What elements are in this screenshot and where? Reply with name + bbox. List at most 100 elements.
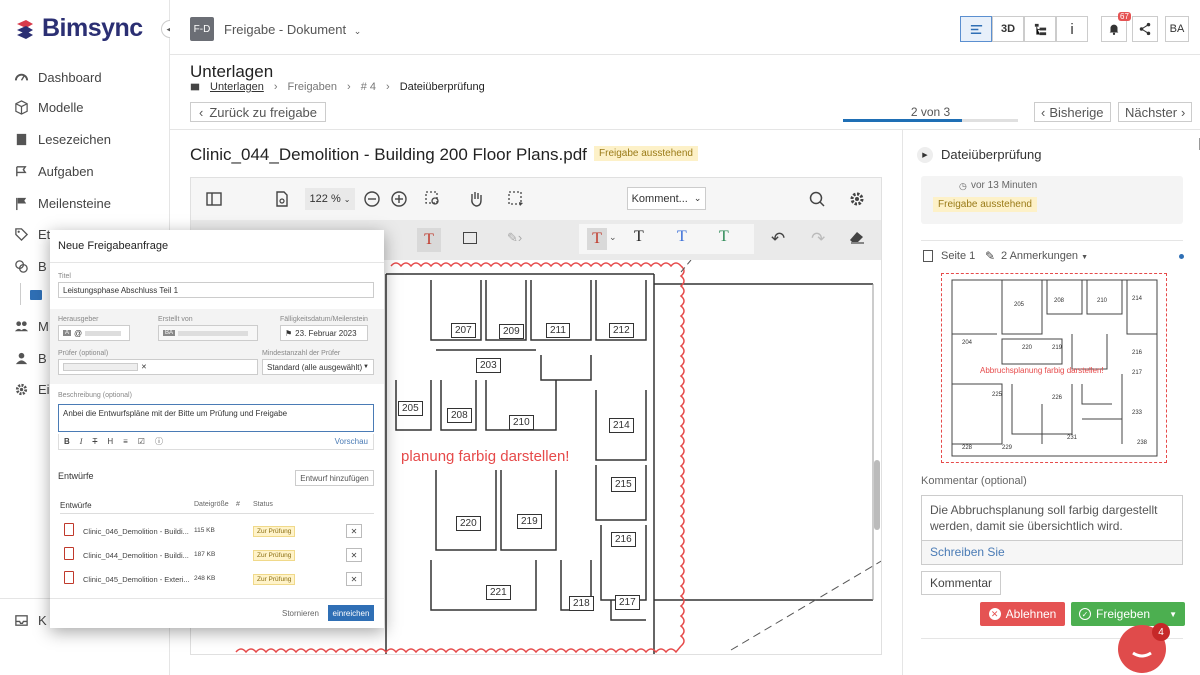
publisher-value: @	[74, 328, 83, 338]
sidebar-item-k[interactable]: K	[14, 613, 47, 628]
publisher-select[interactable]: A @	[58, 325, 130, 341]
back-to-approval-button[interactable]: ‹ Zurück zu freigabe	[190, 102, 327, 122]
top-bar: F-D Freigabe - Dokument ⌄ 3D i 67 BA	[170, 0, 1200, 55]
selection-tool-button[interactable]	[507, 190, 525, 211]
remove-draft-button[interactable]: ✕	[346, 572, 362, 586]
sidebar-item-label: Lesezeichen	[38, 132, 111, 147]
sidebar-item-etiketten[interactable]: Et	[14, 227, 50, 242]
reviewer-input[interactable]: ✕	[58, 359, 258, 375]
table-row[interactable]: Clinic_046_Demolition - Buildi... 115 KB…	[60, 521, 374, 543]
text-color-red-button[interactable]: T	[587, 228, 607, 250]
user-avatar[interactable]: BA	[1165, 16, 1189, 42]
cancel-button[interactable]: Stornieren	[282, 609, 319, 618]
breadcrumb-link-freigaben[interactable]: Freigaben	[288, 81, 338, 93]
due-date-picker[interactable]: ⚑ 23. Februar 2023	[280, 325, 368, 341]
add-draft-button[interactable]: Entwurf hinzufügen	[295, 470, 374, 486]
document-title-dropdown[interactable]: Freigabe - Dokument ⌄	[224, 22, 361, 37]
reviewer-chip[interactable]	[63, 363, 138, 371]
zoom-in-button[interactable]	[390, 190, 408, 211]
italic-icon[interactable]: I	[80, 437, 83, 446]
panel-icon	[206, 192, 222, 206]
info-button[interactable]: i	[1056, 16, 1088, 42]
share-button[interactable]	[1132, 16, 1158, 42]
text-color-black-button[interactable]: T	[634, 228, 644, 246]
plan-annotation-text[interactable]: planung farbig darstellen!	[401, 448, 569, 465]
sidebar-item-meilensteine[interactable]: Meilensteine	[14, 196, 111, 211]
bimsync-logo-icon	[17, 19, 33, 39]
room-label: 210	[509, 415, 534, 430]
search-button[interactable]	[808, 190, 826, 211]
sidebar-item-aufgaben[interactable]: Aufgaben	[14, 164, 94, 179]
previous-button[interactable]: ‹ Bisherige	[1034, 102, 1111, 122]
breadcrumb-link-number[interactable]: # 4	[361, 81, 376, 93]
eraser-button[interactable]	[849, 230, 865, 244]
redo-button[interactable]: ↷	[811, 229, 825, 249]
submit-button[interactable]: einreichen	[328, 605, 374, 621]
pager-text: 2 von 3	[910, 105, 951, 119]
zoom-select[interactable]: 122 % ⌄	[305, 188, 355, 210]
svg-text:231: 231	[1067, 435, 1078, 441]
next-button[interactable]: Nächster ›	[1118, 102, 1193, 122]
table-row[interactable]: Clinic_045_Demolition - Exteri... 248 KB…	[60, 569, 374, 591]
page-settings-button[interactable]	[273, 190, 291, 211]
chevron-down-icon[interactable]: ⌄	[609, 232, 617, 243]
inbox-active-icon[interactable]	[30, 290, 42, 300]
heading-icon[interactable]: H	[107, 437, 113, 446]
annotations-dropdown[interactable]: 2 Anmerkungen ▼	[1001, 250, 1088, 262]
text-color-green-button[interactable]: T	[719, 228, 729, 246]
area-zoom-button[interactable]	[424, 190, 442, 211]
remove-chip-icon[interactable]: ✕	[141, 363, 147, 371]
svg-text:210: 210	[1097, 298, 1108, 304]
sidebar-item-modelle[interactable]: Modelle	[14, 100, 84, 115]
write-tab[interactable]: Schreiben Sie	[921, 541, 1183, 565]
brand-logo[interactable]: Bimsync	[14, 14, 143, 43]
rectangle-tool-button[interactable]	[463, 232, 477, 244]
breadcrumb-link-unterlagen[interactable]: Unterlagen	[210, 81, 264, 93]
preview-link[interactable]: Vorschau	[335, 437, 368, 446]
min-reviewers-select[interactable]: Standard (alle ausgewählt) ▼	[262, 359, 374, 375]
viewer-settings-button[interactable]	[848, 190, 866, 211]
comment-button[interactable]: Kommentar	[921, 571, 1002, 595]
list-icon[interactable]: ≡	[123, 437, 128, 446]
zoom-out-button[interactable]	[363, 190, 381, 211]
tree-view-button[interactable]	[1024, 16, 1056, 42]
pan-tool-button[interactable]	[467, 190, 485, 211]
play-icon[interactable]: ▶	[917, 147, 933, 163]
comment-filter-select[interactable]: Komment... ⌄	[627, 187, 706, 210]
undo-button[interactable]: ↶	[771, 229, 785, 249]
table-row[interactable]: Clinic_044_Demolition - Buildi... 187 KB…	[60, 545, 374, 567]
caret-down-icon[interactable]: ▼	[1169, 610, 1177, 619]
sidebar-item-lesezeichen[interactable]: Lesezeichen	[14, 132, 111, 147]
sidebar-item-b2[interactable]: B	[14, 351, 47, 366]
pen-tool-button[interactable]: ✎›	[507, 230, 522, 246]
back-label: Zurück zu freigabe	[209, 104, 318, 120]
sidebar-toggle-button[interactable]	[205, 190, 223, 211]
sidebar-item-m[interactable]: M	[14, 319, 49, 334]
text-color-blue-button[interactable]: T	[677, 228, 687, 246]
sidebar-item-b[interactable]: B	[14, 259, 47, 274]
room-label: 215	[611, 477, 636, 492]
title-input[interactable]: Leistungsphase Abschluss Teil 1	[58, 282, 374, 298]
bold-icon[interactable]: B	[64, 437, 70, 446]
strikethrough-icon[interactable]: T	[92, 437, 97, 446]
list-view-button[interactable]	[960, 16, 992, 42]
plus-circle-icon	[391, 191, 407, 207]
svg-text:208: 208	[1054, 298, 1065, 304]
approve-button[interactable]: ✓ Freigeben ▼	[1071, 602, 1185, 626]
room-label: 214	[609, 418, 634, 433]
page-thumbnail[interactable]: 205 208 210 214 204 220 219 216 217 225 226 233 …	[941, 273, 1167, 463]
sidebar-item-einstellungen[interactable]: Ei	[14, 382, 50, 397]
comment-textarea[interactable]: Die Abbruchsplanung soll farbig dargeste…	[921, 495, 1183, 541]
minus-circle-icon	[364, 191, 380, 207]
room-label: 209	[499, 324, 524, 339]
sidebar-item-dashboard[interactable]: Dashboard	[14, 70, 102, 85]
reject-button[interactable]: ✕ Ablehnen	[980, 602, 1065, 626]
avatar: A	[63, 330, 72, 336]
3d-view-button[interactable]: 3D	[992, 16, 1024, 42]
description-textarea[interactable]: Anbei die Entwurfspläne mit der Bitte um…	[58, 404, 374, 432]
help-icon[interactable]: ⓘ	[155, 436, 163, 447]
remove-draft-button[interactable]: ✕	[346, 524, 362, 538]
remove-draft-button[interactable]: ✕	[346, 548, 362, 562]
text-tool-button[interactable]: T	[417, 228, 441, 252]
checklist-icon[interactable]: ☑	[138, 437, 145, 446]
